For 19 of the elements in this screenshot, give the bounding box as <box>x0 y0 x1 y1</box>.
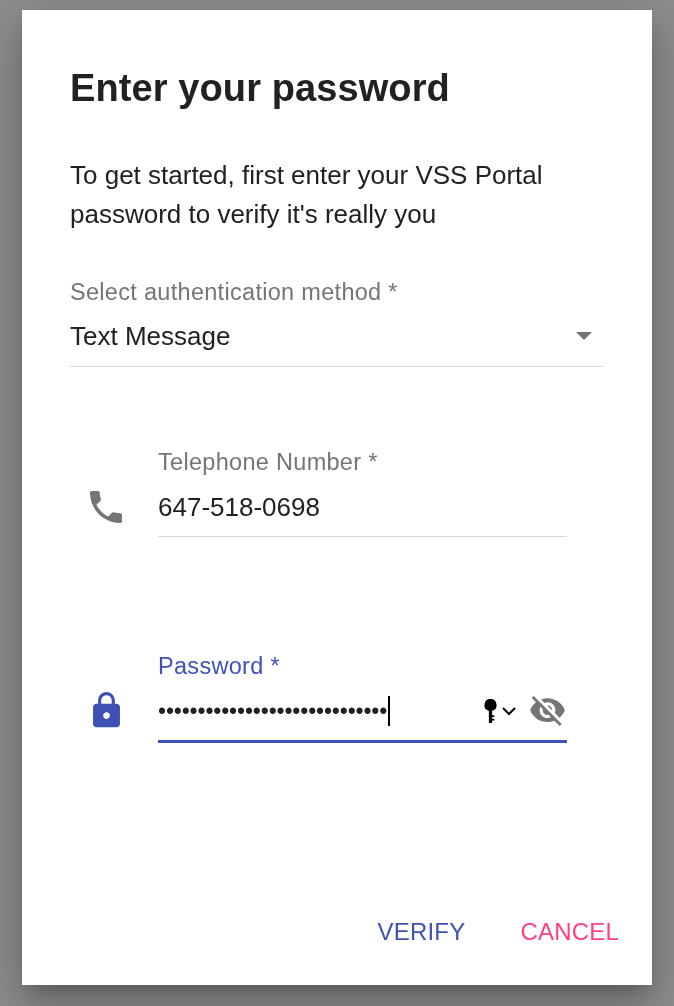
telephone-field[interactable]: Telephone Number * 647-518-0698 <box>158 449 567 537</box>
field-value: ••••••••••••••••••••••••••••• <box>158 697 388 726</box>
select-value: Text Message <box>70 321 231 351</box>
password-field[interactable]: Password * ••••••••••••••••••••••••••••• <box>158 653 567 743</box>
field-value: 647-518-0698 <box>158 492 320 522</box>
key-icon[interactable] <box>484 699 497 723</box>
verify-button[interactable]: VERIFY <box>361 908 482 956</box>
field-label: Select authentication method * <box>70 279 398 305</box>
field-label: Telephone Number * <box>158 449 378 475</box>
field-label: Password * <box>158 653 280 679</box>
text-cursor <box>388 696 391 726</box>
dialog-title: Enter your password <box>70 68 450 108</box>
method-select[interactable]: Select authentication method * Text Message <box>70 279 604 367</box>
phone-icon <box>90 491 122 523</box>
chevron-down-icon[interactable] <box>502 706 516 716</box>
dialog-description: To get started, first enter your VSS Portal password to verify it's really you <box>70 159 544 231</box>
dropdown-caret-icon <box>576 332 592 340</box>
eye-off-icon[interactable] <box>530 696 565 726</box>
lock-icon <box>92 692 120 729</box>
